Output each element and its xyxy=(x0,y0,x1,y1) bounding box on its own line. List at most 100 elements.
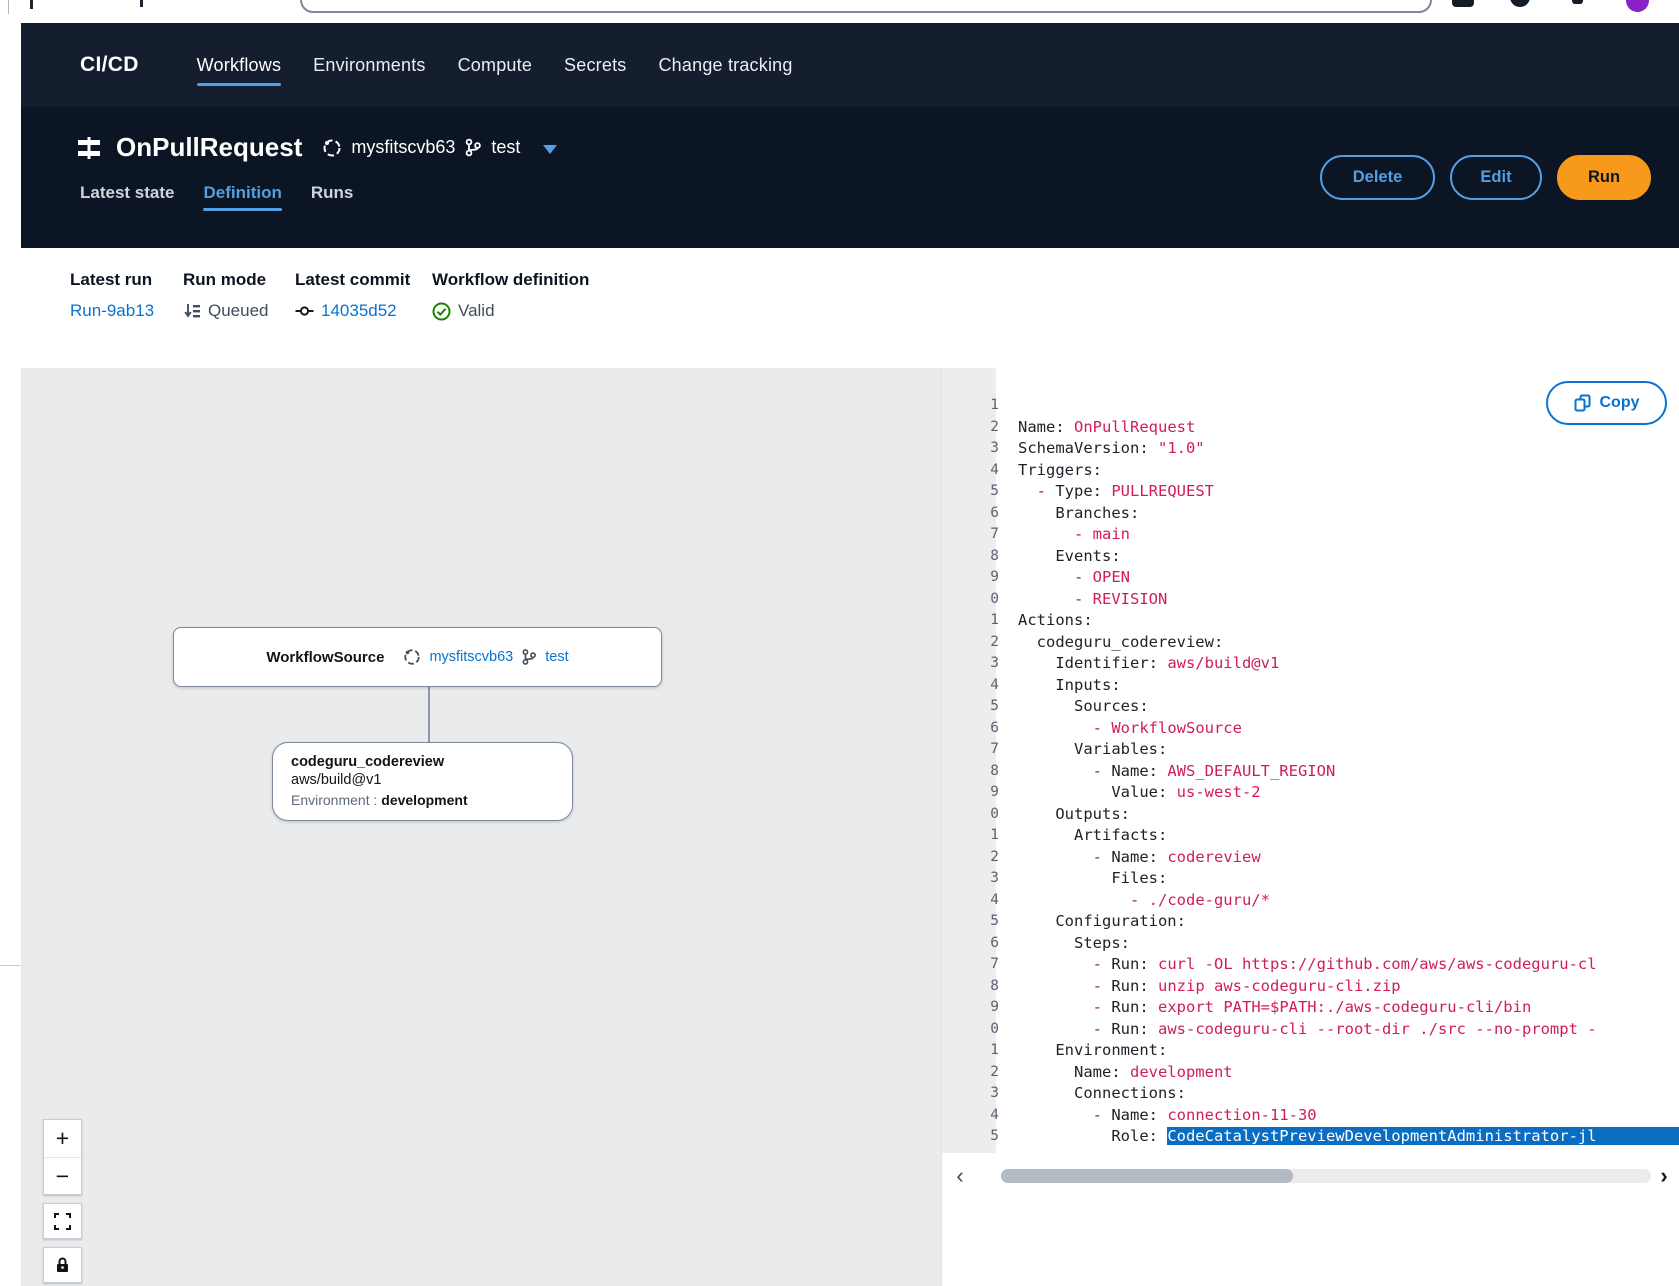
nav-item-compute[interactable]: Compute xyxy=(458,55,532,76)
code-lines[interactable]: 12Name: OnPullRequest3SchemaVersion: "1.… xyxy=(942,395,1679,1148)
fullscreen-button[interactable] xyxy=(43,1203,82,1239)
line-text: Sources: xyxy=(1018,696,1149,718)
code-line: 32 Name: development xyxy=(942,1062,1679,1084)
summary-latest-run: Latest run Run-9ab13 xyxy=(70,270,154,321)
line-text: - Run: curl -OL https://github.com/aws/a… xyxy=(1018,954,1597,976)
repo-name[interactable]: mysfitscvb63 xyxy=(351,137,455,158)
line-text: Events: xyxy=(1018,546,1121,568)
summary-label: Latest commit xyxy=(295,270,410,290)
line-number: 13 xyxy=(959,653,999,675)
line-text: Artifacts: xyxy=(1018,825,1167,847)
line-number: 29 xyxy=(959,997,999,1019)
edit-button[interactable]: Edit xyxy=(1450,155,1542,200)
code-line: 24 - ./code-guru/* xyxy=(942,890,1679,912)
code-line: 12 codeguru_codereview: xyxy=(942,632,1679,654)
clipped-text-fragment xyxy=(30,0,33,9)
scrollbar-thumb[interactable] xyxy=(1001,1169,1293,1183)
workflow-source-node[interactable]: WorkflowSource mysfitscvb63 test xyxy=(173,627,662,687)
repo-branch-selector[interactable]: mysfitscvb63 test xyxy=(322,137,557,158)
code-line: 28 - Run: unzip aws-codeguru-cli.zip xyxy=(942,976,1679,998)
diagram-connector xyxy=(428,687,430,743)
code-line: 3SchemaVersion: "1.0" xyxy=(942,438,1679,460)
line-number: 16 xyxy=(959,718,999,740)
line-text: Steps: xyxy=(1018,933,1130,955)
line-number: 23 xyxy=(959,868,999,890)
summary-value-text[interactable]: 14035d52 xyxy=(321,301,397,321)
code-line: 29 - Run: export PATH=$PATH:./aws-codegu… xyxy=(942,997,1679,1019)
scroll-right-chevron[interactable]: › xyxy=(1654,1163,1674,1189)
summary-label: Run mode xyxy=(183,270,269,290)
nav-item-secrets[interactable]: Secrets xyxy=(564,55,626,76)
delete-button[interactable]: Delete xyxy=(1320,155,1435,200)
nav-item-workflows[interactable]: Workflows xyxy=(197,55,281,76)
line-text: - WorkflowSource xyxy=(1018,718,1242,740)
service-nav: CI/CD WorkflowsEnvironmentsComputeSecret… xyxy=(21,23,1679,107)
lock-icon xyxy=(55,1257,70,1273)
line-text: Connections: xyxy=(1018,1083,1186,1105)
line-number: 10 xyxy=(959,589,999,611)
line-number: 22 xyxy=(959,847,999,869)
line-number: 11 xyxy=(959,610,999,632)
caret-down-icon[interactable] xyxy=(543,145,557,154)
tab-latest-state[interactable]: Latest state xyxy=(80,183,174,209)
codeguru-action-node[interactable]: codeguru_codereview aws/build@v1 Environ… xyxy=(272,742,573,821)
node-branch-link[interactable]: test xyxy=(545,649,568,665)
code-line: 11Actions: xyxy=(942,610,1679,632)
copy-button[interactable]: Copy xyxy=(1546,381,1667,425)
zoom-in-button[interactable]: + xyxy=(44,1120,81,1157)
code-line: 18 - Name: AWS_DEFAULT_REGION xyxy=(942,761,1679,783)
avatar[interactable] xyxy=(1626,0,1649,12)
line-number: 35 xyxy=(959,1126,999,1148)
line-number: 34 xyxy=(959,1105,999,1127)
line-number: 25 xyxy=(959,911,999,933)
commit-icon xyxy=(295,302,314,320)
scrollbar-track[interactable] xyxy=(1001,1169,1651,1183)
copy-icon xyxy=(1574,394,1591,412)
tab-definition[interactable]: Definition xyxy=(203,183,281,209)
nav-item-environments[interactable]: Environments xyxy=(313,55,425,76)
line-text: - Name: codereview xyxy=(1018,847,1261,869)
line-text: - OPEN xyxy=(1018,567,1130,589)
summary-value-text: Queued xyxy=(208,301,269,321)
help-icon[interactable] xyxy=(1510,0,1530,7)
line-number: 6 xyxy=(959,503,999,525)
summary-workflow-definition: Workflow definitionValid xyxy=(432,270,589,321)
line-number: 4 xyxy=(959,460,999,482)
node-repo-link[interactable]: mysfitscvb63 xyxy=(429,649,513,665)
nav-items: Workflows Environments Compute Secrets Chang… xyxy=(197,55,793,76)
line-number: 20 xyxy=(959,804,999,826)
horizontal-scrollbar: ‹ › xyxy=(942,1160,1679,1196)
code-line: 7 - main xyxy=(942,524,1679,546)
line-number: 12 xyxy=(959,632,999,654)
panel-edge-line xyxy=(8,0,9,14)
line-text: Identifier: aws/build@v1 xyxy=(1018,653,1279,675)
branch-name[interactable]: test xyxy=(491,137,520,158)
grid-icon[interactable] xyxy=(1452,0,1474,7)
code-line: 25 Configuration: xyxy=(942,911,1679,933)
line-number: 1 xyxy=(959,395,999,417)
line-number: 9 xyxy=(959,567,999,589)
lock-button[interactable] xyxy=(43,1247,82,1283)
tab-runs[interactable]: Runs xyxy=(311,183,354,209)
line-number: 17 xyxy=(959,739,999,761)
header-buttons: Delete Edit Run xyxy=(1320,155,1651,200)
summary-value: Queued xyxy=(183,301,269,321)
line-text: Role: CodeCatalystPreviewDevelopmentAdmi… xyxy=(1018,1126,1679,1148)
clipped-text-fragment xyxy=(140,0,143,7)
zoom-out-button[interactable]: − xyxy=(44,1157,81,1194)
nav-item-change-tracking[interactable]: Change tracking xyxy=(658,55,792,76)
summary-value-text[interactable]: Run-9ab13 xyxy=(70,301,154,321)
bell-icon[interactable] xyxy=(1572,0,1583,4)
summary-label: Latest run xyxy=(70,270,154,290)
code-line: 20 Outputs: xyxy=(942,804,1679,826)
line-text: Triggers: xyxy=(1018,460,1102,482)
copy-label: Copy xyxy=(1600,394,1640,412)
line-text: - Name: AWS_DEFAULT_REGION xyxy=(1018,761,1335,783)
search-input[interactable] xyxy=(300,0,1432,13)
run-button[interactable]: Run xyxy=(1557,155,1651,200)
repository-icon xyxy=(403,648,421,666)
code-line: 13 Identifier: aws/build@v1 xyxy=(942,653,1679,675)
scroll-left-chevron[interactable]: ‹ xyxy=(950,1163,970,1189)
line-text: - Run: aws-codeguru-cli --root-dir ./src… xyxy=(1018,1019,1597,1041)
code-line: 10 - REVISION xyxy=(942,589,1679,611)
